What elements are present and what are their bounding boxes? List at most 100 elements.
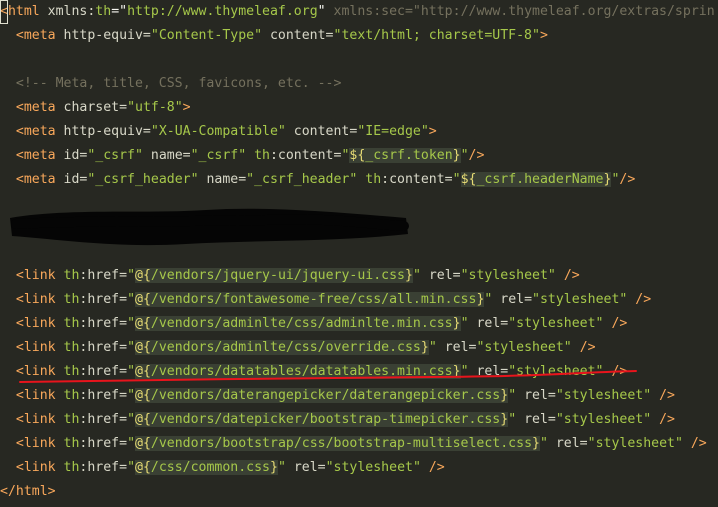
code-token: rel= (436, 340, 477, 355)
code-token: " (428, 340, 437, 355)
code-token: th (55, 388, 80, 403)
code-token: content= (285, 124, 358, 139)
code-token: /> (603, 316, 628, 331)
code-line-1[interactable]: <html xmlns:th="http://www.thymeleaf.org… (0, 0, 715, 24)
code-token: rel= (285, 460, 326, 475)
code-token: /> (420, 460, 445, 475)
code-token: th (55, 412, 80, 427)
code-token: link (23, 436, 56, 451)
code-line-18[interactable]: <link th:href="@{/vendors/datepicker/boo… (0, 408, 675, 432)
code-token: @{ (135, 268, 151, 283)
code-line-13[interactable]: <link th:href="@{/vendors/fontawesome-fr… (0, 288, 651, 312)
code-token: th (55, 364, 80, 379)
code-token: "utf-8" (127, 100, 183, 115)
code-token: "stylesheet" (532, 292, 628, 307)
code-line-6[interactable]: <meta http-equiv="X-UA-Compatible" conte… (0, 120, 437, 144)
code-token: ${ (349, 148, 366, 163)
code-line-7[interactable]: <meta id="_csrf" name="_csrf" th:content… (0, 144, 484, 168)
code-token: "Content-Type" (150, 28, 263, 43)
code-token: :href= (79, 436, 128, 451)
code-token: :href= (79, 268, 128, 283)
code-token: " (127, 292, 136, 307)
code-token: _csrf.token (365, 148, 453, 163)
code-token: > (47, 484, 56, 499)
code-editor[interactable]: </html> <link th:href="@{/css/common.css… (0, 0, 718, 507)
code-token: /> (555, 268, 580, 283)
code-token: < (0, 124, 24, 139)
code-token: :href= (79, 292, 128, 307)
code-token: "stylesheet" (325, 460, 421, 475)
code-token: < (0, 316, 24, 331)
code-line-15[interactable]: <link th:href="@{/vendors/adminlte/css/o… (0, 336, 596, 360)
code-line-8[interactable]: <meta id="_csrf_header" name="_csrf_head… (0, 168, 635, 192)
code-token: link (23, 364, 56, 379)
code-token: /vendors/bootstrap/css/bootstrap-multise… (150, 436, 533, 451)
code-token: link (23, 292, 56, 307)
code-token: ${ (460, 172, 477, 187)
code-token: "stylesheet" (587, 436, 683, 451)
code-token: } (532, 436, 540, 451)
code-token: meta (23, 148, 56, 163)
code-token: < (0, 412, 24, 427)
code-token: < (0, 340, 24, 355)
code-token: http-equiv= (55, 124, 151, 139)
code-token: "text/html; charset=UTF-8" (333, 28, 540, 43)
redaction-scribble (10, 208, 409, 246)
code-token: meta (23, 28, 56, 43)
code-token: " (127, 316, 136, 331)
code-token: " (452, 172, 461, 187)
code-token: " (412, 268, 421, 283)
code-token: @{ (135, 292, 151, 307)
code-token: th (55, 460, 80, 475)
code-token: " (460, 316, 469, 331)
code-token: th (55, 340, 80, 355)
code-token: @{ (135, 340, 151, 355)
code-token: /> (627, 292, 652, 307)
code-token: "stylesheet" (508, 316, 604, 331)
code-token: "_csrf" (190, 148, 247, 163)
code-token: /vendors/datepicker/bootstrap-timepicker… (150, 412, 501, 427)
code-token: @{ (135, 364, 151, 379)
code-token: /> (619, 172, 636, 187)
code-token: /> (571, 340, 596, 355)
code-token: " (127, 460, 136, 475)
code-line-14[interactable]: <link th:href="@{/vendors/adminlte/css/a… (0, 312, 627, 336)
code-token: "_csrf" (87, 148, 143, 163)
code-token: rel= (516, 412, 556, 427)
code-token: > (182, 100, 191, 115)
code-token: name= (142, 148, 191, 163)
code-token: rel= (420, 268, 461, 283)
code-token: :content= (381, 172, 453, 187)
code-token: } (270, 460, 278, 475)
code-line-21[interactable]: </html> (0, 480, 56, 504)
code-line-2[interactable]: <meta http-equiv="Content-Type" content=… (0, 24, 548, 48)
code-token: id= (55, 148, 88, 163)
code-token: content= (262, 28, 334, 43)
code-token: :href= (79, 460, 128, 475)
code-token: :href= (79, 388, 128, 403)
code-token: /> (651, 388, 675, 403)
code-token: th (55, 316, 80, 331)
code-line-20[interactable]: <link th:href="@{/css/common.css}" rel="… (0, 456, 445, 480)
code-line-12[interactable]: <link th:href="@{/vendors/jquery-ui/jque… (0, 264, 580, 288)
code-token: } (452, 148, 461, 163)
code-token: html (7, 4, 40, 19)
code-token: " (127, 340, 136, 355)
code-token: "stylesheet" (555, 412, 652, 427)
code-line-19[interactable]: <link th:href="@{/vendors/bootstrap/css/… (0, 432, 707, 456)
code-token: <!-- Meta, title, CSS, favicons, etc. --… (0, 76, 342, 91)
code-token: http-equiv= (55, 28, 151, 43)
code-token: /vendors/fontawesome-free/css/all.min.cs… (150, 292, 477, 307)
code-token: :href= (79, 340, 128, 355)
code-token: /vendors/jquery-ui/jquery-ui.css (150, 268, 405, 283)
code-token: meta (23, 124, 56, 139)
code-token: link (23, 412, 56, 427)
code-token: } (500, 412, 509, 427)
code-token: /> (651, 412, 675, 427)
code-line-16[interactable]: <link th:href="@{/vendors/datatables/dat… (0, 360, 627, 384)
code-token: :content= (269, 148, 342, 163)
code-line-4[interactable]: <!-- Meta, title, CSS, favicons, etc. --… (0, 72, 342, 96)
code-line-17[interactable]: <link th:href="@{/vendors/daterangepicke… (0, 384, 675, 408)
code-line-5[interactable]: <meta charset="utf-8"> (0, 96, 191, 120)
code-token: "stylesheet" (508, 364, 604, 379)
